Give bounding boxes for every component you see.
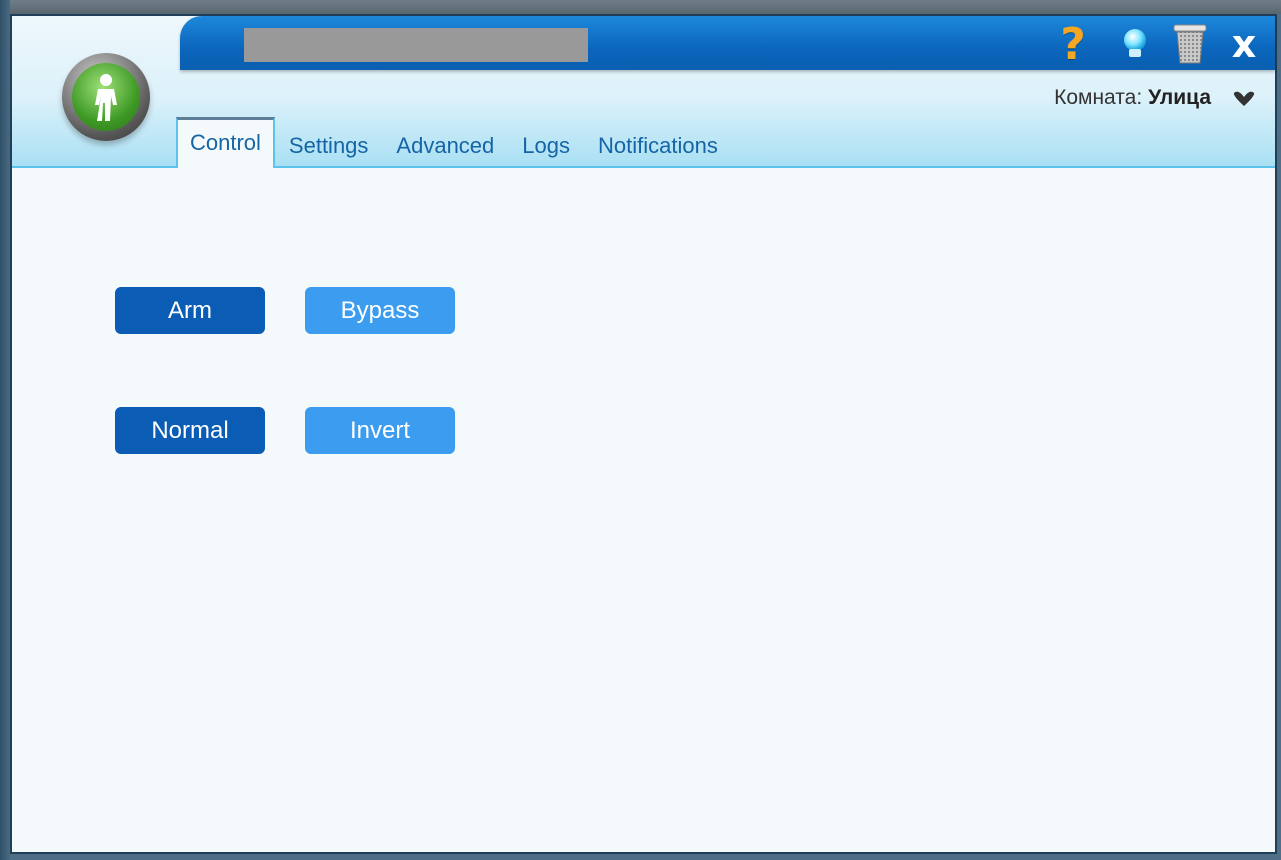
- room-name: Улица: [1148, 86, 1211, 109]
- arm-button[interactable]: Arm: [115, 287, 265, 334]
- tab-bar: Control Settings Advanced Logs Notificat…: [176, 116, 732, 168]
- tab-notifications[interactable]: Notifications: [584, 126, 732, 166]
- help-icon[interactable]: ?: [1056, 19, 1090, 70]
- invert-button[interactable]: Invert: [305, 407, 455, 454]
- trash-icon[interactable]: [1170, 22, 1210, 66]
- device-name-field[interactable]: [244, 28, 588, 62]
- tab-logs[interactable]: Logs: [508, 126, 584, 166]
- title-bar: ? x: [180, 16, 1275, 70]
- normal-button[interactable]: Normal: [115, 407, 265, 454]
- background-window-strip: [0, 0, 1281, 14]
- dialog-header: ? x Комната: Улица Control Settings Adva…: [12, 16, 1275, 168]
- device-avatar-icon: [62, 53, 150, 141]
- chevron-down-icon[interactable]: [1231, 88, 1257, 108]
- device-dialog: ? x Комната: Улица Control Settings Adva…: [10, 14, 1277, 854]
- tab-settings[interactable]: Settings: [275, 126, 383, 166]
- background-left-edge: [0, 0, 10, 860]
- room-label: Комната:: [1054, 86, 1143, 109]
- tab-control[interactable]: Control: [176, 117, 275, 168]
- bypass-button[interactable]: Bypass: [305, 287, 455, 334]
- room-selector[interactable]: Комната: Улица: [1054, 86, 1257, 110]
- close-icon[interactable]: x: [1224, 22, 1264, 66]
- tab-advanced[interactable]: Advanced: [382, 126, 508, 166]
- bulb-icon[interactable]: [1120, 22, 1150, 66]
